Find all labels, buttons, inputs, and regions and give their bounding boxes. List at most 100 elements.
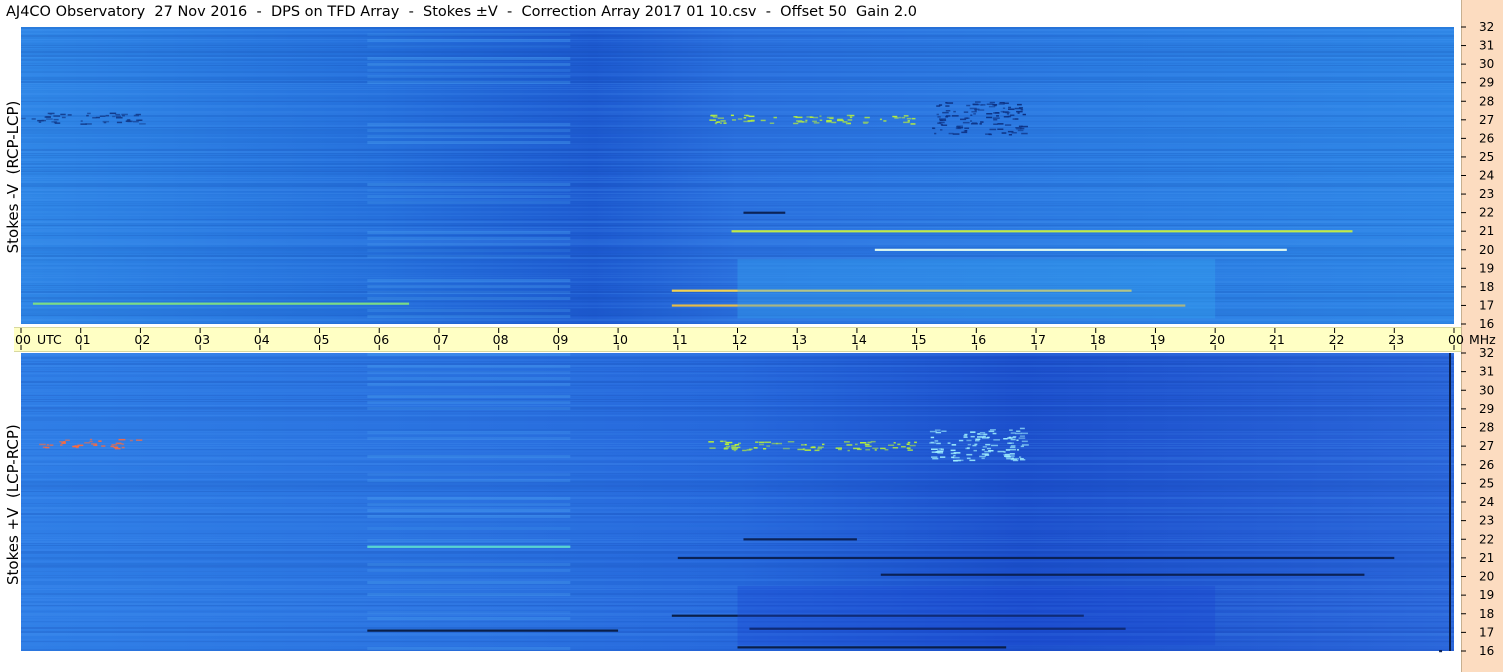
texture-band	[21, 567, 1454, 568]
emission-speckle	[931, 448, 938, 450]
texture-band	[367, 437, 571, 440]
emission-speckle	[65, 439, 70, 441]
texture-band	[21, 59, 1454, 61]
texture-band	[21, 429, 1454, 431]
texture-band	[21, 501, 1454, 502]
texture-band	[21, 491, 1454, 492]
emission-speckle	[115, 115, 122, 118]
emission-speckle	[941, 430, 947, 432]
emission-speckle	[1005, 456, 1011, 458]
emission-speckle	[132, 120, 139, 123]
texture-band	[21, 33, 1454, 34]
texture-band	[21, 167, 1454, 168]
emission-speckle	[121, 446, 125, 449]
texture-band	[21, 515, 1454, 516]
mhz-tick-label: 24	[1479, 495, 1494, 509]
texture-band	[367, 353, 571, 356]
emission-speckle	[912, 117, 916, 120]
emission-speckle	[903, 121, 910, 124]
emission-speckle	[723, 448, 728, 450]
texture-band	[21, 77, 1454, 79]
emission-speckle	[38, 121, 42, 123]
texture-band	[21, 105, 1454, 107]
emission-speckle	[121, 113, 128, 116]
emission-speckle	[1012, 118, 1019, 120]
emission-speckle	[1004, 124, 1012, 126]
mhz-tick-label: 25	[1479, 476, 1494, 490]
emission-speckle	[906, 443, 910, 445]
emission-speckle	[849, 116, 853, 119]
emission-speckle	[993, 439, 1000, 441]
texture-band	[21, 379, 1454, 380]
emission-speckle	[1008, 108, 1015, 110]
texture-band	[21, 69, 1454, 70]
emission-speckle	[1008, 134, 1013, 136]
hour-tick-label: 22	[1329, 332, 1345, 347]
texture-band	[21, 183, 1454, 185]
texture-band	[21, 83, 1454, 84]
texture-band	[21, 547, 1454, 549]
emission-speckle	[946, 102, 954, 104]
texture-band	[21, 475, 1454, 477]
texture-band	[21, 323, 1454, 324]
emission-speckle	[1010, 432, 1016, 434]
texture-band	[21, 365, 1454, 367]
texture-band	[367, 57, 571, 60]
emission-speckle	[989, 128, 997, 131]
emission-speckle	[977, 433, 981, 435]
emission-speckle	[42, 446, 47, 449]
texture-band	[21, 247, 1454, 249]
texture-band	[367, 231, 571, 234]
texture-band	[367, 39, 571, 42]
emission-speckle	[986, 103, 994, 105]
emission-speckle	[92, 117, 97, 119]
emission-speckle	[898, 116, 902, 119]
emission-speckle	[993, 119, 998, 121]
texture-band	[21, 43, 1454, 45]
texture-band	[21, 195, 1454, 197]
texture-band	[21, 457, 1454, 459]
texture-band	[21, 27, 1454, 29]
texture-band	[21, 483, 1454, 485]
texture-band	[367, 285, 571, 288]
emission-speckle	[796, 120, 803, 122]
texture-band	[21, 49, 1454, 51]
texture-band	[21, 225, 1454, 226]
emission-speckle	[907, 441, 911, 444]
texture-band	[21, 201, 1454, 202]
texture-band	[367, 539, 571, 542]
emission-speckle	[1009, 448, 1016, 451]
emission-speckle	[879, 118, 883, 121]
emission-speckle	[932, 127, 936, 130]
emission-speckle	[909, 444, 916, 447]
texture-band	[367, 497, 571, 500]
emission-speckle	[809, 116, 814, 118]
emission-speckle	[1016, 110, 1023, 113]
emission-line	[743, 211, 786, 214]
emission-speckle	[95, 116, 100, 119]
emission-speckle	[725, 441, 733, 444]
texture-band	[21, 139, 1454, 141]
emission-speckle	[39, 443, 46, 446]
texture-band	[21, 561, 1454, 562]
texture-band	[367, 63, 571, 66]
texture-band	[21, 243, 1454, 245]
texture-band	[21, 251, 1454, 253]
emission-speckle	[846, 444, 853, 446]
mhz-tick-label: 17	[1479, 625, 1494, 639]
panel-top: 32 31 30 29 28 27 26 25 24 23 22 21 20 19 18 17 16	[21, 20, 1494, 331]
mhz-tick-label: 23	[1479, 514, 1494, 528]
hour-tick-label: 03	[194, 332, 210, 347]
texture-band	[21, 443, 1454, 444]
emission-speckle	[1021, 132, 1028, 135]
texture-band	[21, 165, 1454, 166]
texture-band	[21, 29, 1454, 31]
emission-speckle	[1010, 114, 1015, 116]
emission-line	[1439, 650, 1443, 653]
texture-band	[21, 411, 1454, 412]
emission-speckle	[986, 113, 993, 115]
mhz-tick-label: 30	[1479, 383, 1494, 397]
texture-band	[21, 393, 1454, 394]
emission-speckle	[901, 446, 906, 448]
texture-band	[367, 407, 571, 410]
